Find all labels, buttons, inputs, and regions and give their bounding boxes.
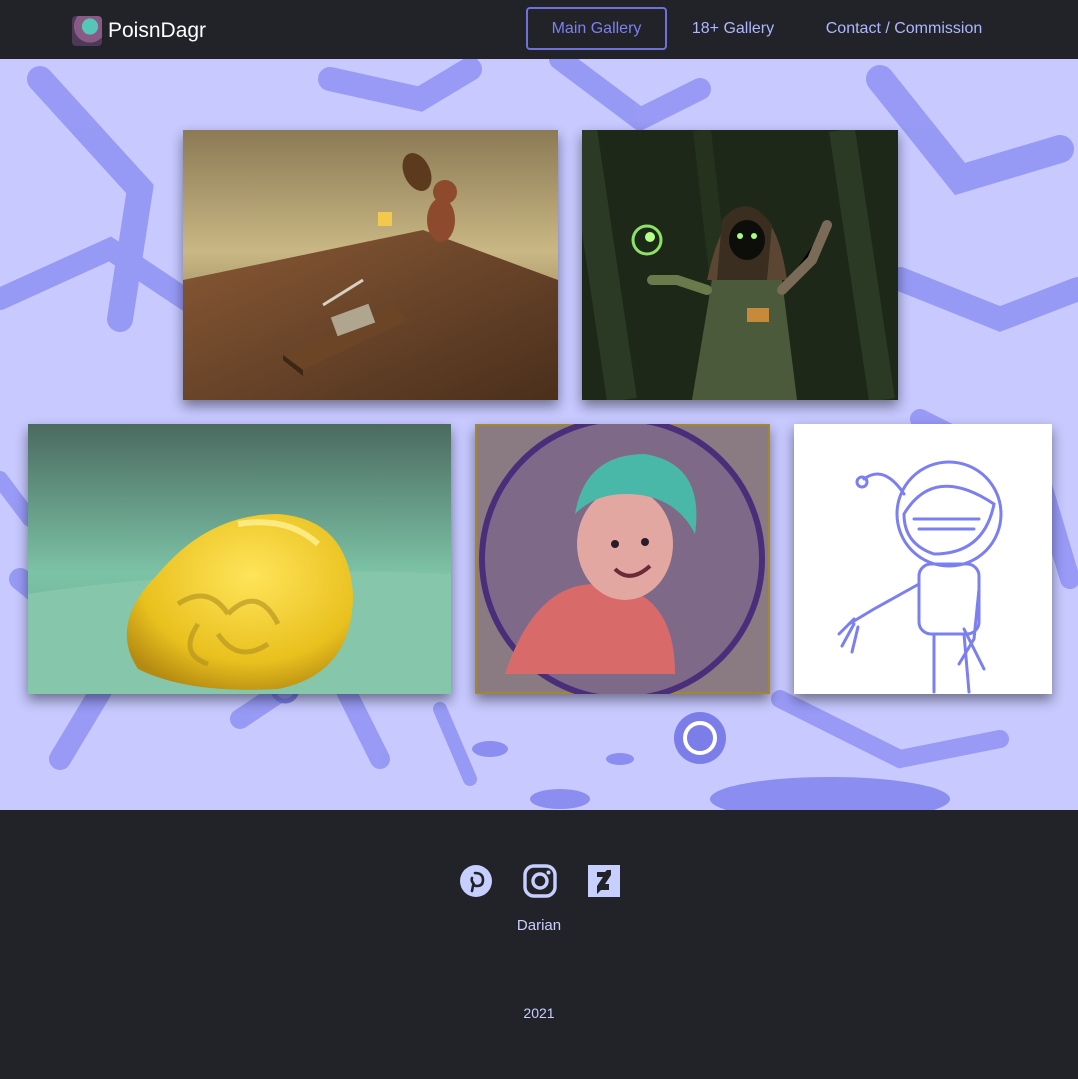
footer-author-name: Darian xyxy=(516,917,562,934)
gallery-image-anglerfish-astronaut[interactable] xyxy=(794,424,1052,694)
avatar-logo-icon xyxy=(72,16,102,46)
top-navbar: PoisnDagr Main Gallery 18+ Gallery Conta… xyxy=(0,0,1078,59)
site-footer: Darian 2021 xyxy=(0,810,1078,1079)
gallery-image-bubble-portrait[interactable] xyxy=(475,424,770,694)
pinterest-icon[interactable] xyxy=(459,864,493,898)
nav-main-gallery[interactable]: Main Gallery xyxy=(526,7,667,50)
main-gallery xyxy=(0,59,1078,810)
gallery-image-yellow-blob[interactable] xyxy=(28,424,451,694)
nav-adult-gallery[interactable]: 18+ Gallery xyxy=(682,7,784,50)
gallery-image-hooded-druid[interactable] xyxy=(582,130,898,400)
brand-name: PoisnDagr xyxy=(108,19,207,42)
brand-link[interactable]: PoisnDagr xyxy=(72,16,206,46)
nav-contact-commission[interactable]: Contact / Commission xyxy=(813,7,995,50)
deviantart-icon[interactable] xyxy=(587,864,621,898)
instagram-icon[interactable] xyxy=(523,864,557,898)
footer-copyright-year: 2021 xyxy=(523,1005,555,1021)
gallery-image-mouse-trap[interactable] xyxy=(183,130,558,400)
